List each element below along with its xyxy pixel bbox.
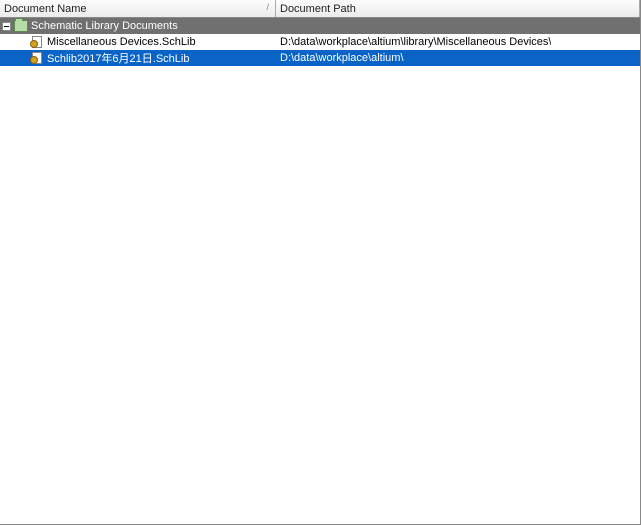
- column-header-name[interactable]: Document Name /: [0, 0, 276, 17]
- table-header: Document Name / Document Path: [0, 0, 640, 18]
- table-row[interactable]: Miscellaneous Devices.SchLib D:\data\wor…: [0, 34, 640, 50]
- column-header-name-label: Document Name: [4, 3, 87, 15]
- group-row[interactable]: Schematic Library Documents: [0, 18, 640, 34]
- column-header-path[interactable]: Document Path: [276, 0, 640, 17]
- collapse-icon[interactable]: [2, 22, 11, 31]
- doc-name: Schlib2017年6月21日.SchLib: [47, 50, 189, 66]
- tree-area[interactable]: Schematic Library Documents Miscellaneou…: [0, 18, 640, 524]
- folder-icon: [14, 20, 28, 32]
- doc-path: D:\data\workplace\altium\library\Miscell…: [280, 36, 551, 48]
- group-label: Schematic Library Documents: [31, 20, 178, 32]
- schlib-doc-icon: [30, 51, 44, 65]
- doc-path: D:\data\workplace\altium\: [280, 52, 404, 64]
- column-header-path-label: Document Path: [280, 3, 356, 15]
- table-row[interactable]: Schlib2017年6月21日.SchLib D:\data\workplac…: [0, 50, 640, 66]
- sort-indicator: /: [266, 2, 269, 12]
- schlib-doc-icon: [30, 35, 44, 49]
- doc-name: Miscellaneous Devices.SchLib: [47, 36, 196, 48]
